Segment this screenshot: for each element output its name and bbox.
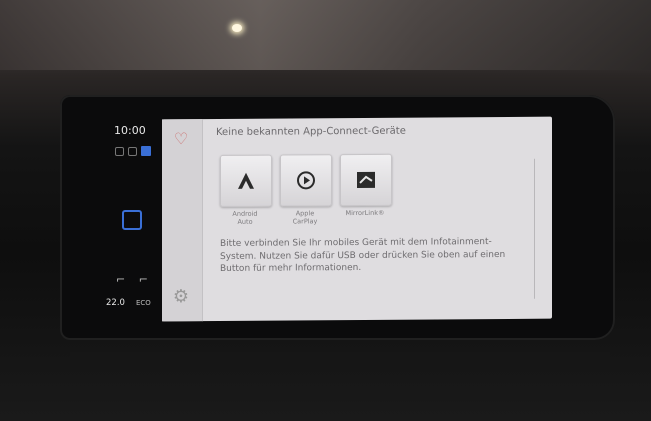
app-label: Apple CarPlay (292, 209, 318, 226)
settings-gear-icon[interactable]: ⚙ (171, 286, 191, 307)
connection-instructions: Bitte verbinden Sie Ihr mobiles Gerät mi… (220, 237, 506, 274)
page-title: Keine bekannten App-Connect-Geräte (216, 125, 406, 138)
app-label: Android Auto (232, 209, 258, 226)
signal-icon (115, 146, 124, 156)
apple-carplay-button[interactable]: Apple CarPlay (280, 154, 332, 226)
mirrorlink-tile[interactable] (340, 153, 392, 207)
mirrorlink-button[interactable]: MirrorLink® (340, 153, 392, 225)
favorite-heart-icon[interactable]: ♡ (171, 129, 191, 149)
app-list: Android Auto Apple CarPlay MirrorLink® (220, 153, 392, 226)
app-connect-screen: ♡ ⚙ Keine bekannten App-Connect-Geräte A… (162, 116, 552, 322)
mirrorlink-icon (357, 171, 375, 188)
app-label: MirrorLink® (345, 208, 385, 218)
ambient-light (232, 24, 242, 32)
person-icon (128, 146, 137, 156)
apple-carplay-icon (297, 171, 315, 190)
seat-heating-icon[interactable]: ⌐ ⌐ (116, 273, 153, 286)
temperature-display[interactable]: 22.0 (106, 298, 125, 308)
android-auto-button[interactable]: Android Auto (220, 154, 272, 226)
eco-label[interactable]: ECO (136, 299, 151, 307)
status-panel: 10:00 ⌐ ⌐ 22.0 ECO (100, 115, 162, 325)
center-console (70, 352, 610, 366)
dashboard-top (0, 0, 651, 70)
apple-carplay-tile[interactable] (280, 154, 332, 207)
android-auto-icon (238, 172, 254, 189)
scroll-divider (534, 158, 535, 299)
status-icons (115, 146, 151, 156)
home-button[interactable] (122, 210, 142, 230)
main-content: Keine bekannten App-Connect-Geräte Andro… (216, 125, 536, 274)
side-rail: ♡ ⚙ (162, 119, 203, 322)
android-auto-tile[interactable] (220, 154, 272, 207)
clock: 10:00 (114, 124, 146, 137)
connection-icon (141, 146, 151, 156)
